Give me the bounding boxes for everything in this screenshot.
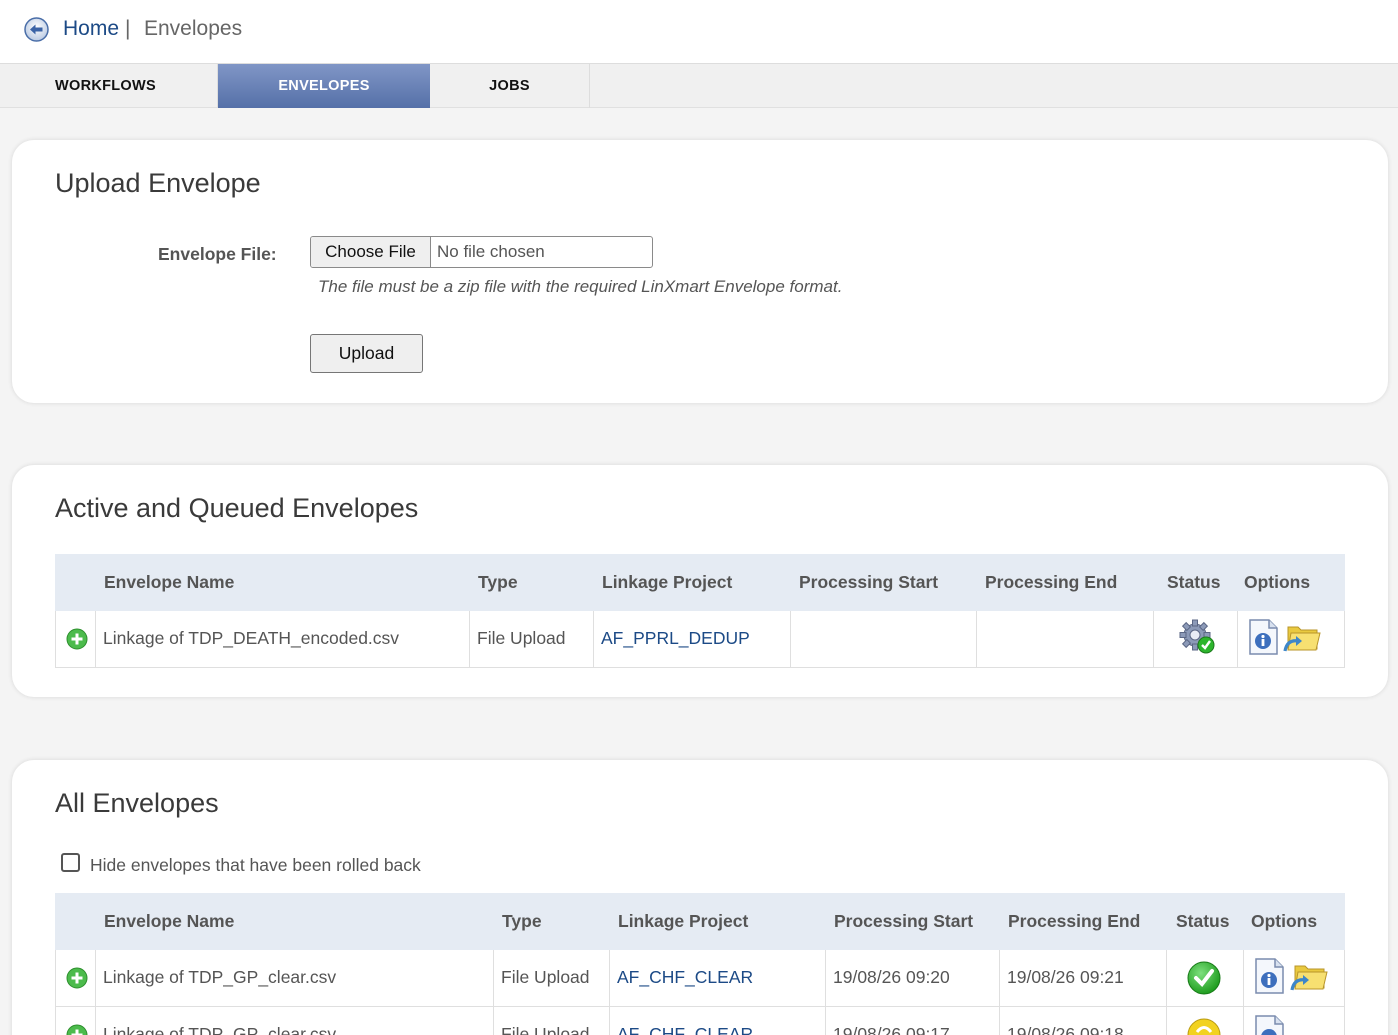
main-tabs: WORKFLOWS ENVELOPES JOBS bbox=[0, 64, 1398, 108]
upload-envelope-panel: Upload Envelope Envelope File: Choose Fi… bbox=[12, 140, 1388, 403]
col-linkage-project[interactable]: Linkage Project bbox=[618, 893, 748, 950]
processing-end-cell: 19/08/26 09:21 bbox=[1007, 967, 1124, 987]
tab-workflows[interactable]: WORKFLOWS bbox=[0, 64, 218, 108]
col-envelope-name[interactable]: Envelope Name bbox=[104, 554, 234, 611]
top-bar: Home | Envelopes bbox=[0, 0, 1398, 64]
expand-plus-icon[interactable] bbox=[66, 628, 88, 650]
rolled-back-icon bbox=[1187, 1018, 1221, 1035]
info-document-icon[interactable] bbox=[1253, 958, 1285, 994]
envelope-name-cell: Linkage of TDP_GP_clear.csv bbox=[103, 967, 337, 987]
col-status[interactable]: Status bbox=[1176, 893, 1229, 950]
linkage-project-link[interactable]: AF_CHF_CLEAR bbox=[617, 1007, 753, 1035]
col-processing-end[interactable]: Processing End bbox=[1008, 893, 1140, 950]
envelope-file-input[interactable]: Choose File No file chosen bbox=[310, 236, 653, 268]
table-row: Linkage of TDP_GP_clear.csv File Upload … bbox=[55, 1007, 1345, 1035]
file-format-hint: The file must be a zip file with the req… bbox=[318, 277, 843, 296]
processing-gear-icon bbox=[1179, 619, 1215, 654]
col-options: Options bbox=[1251, 911, 1318, 931]
table-header: Envelope Name Type Linkage Project Proce… bbox=[55, 554, 1345, 611]
type-cell: File Upload bbox=[477, 628, 566, 648]
hide-rolled-back-label[interactable]: Hide envelopes that have been rolled bac… bbox=[90, 855, 421, 876]
hide-rolled-back-checkbox[interactable] bbox=[61, 853, 80, 872]
choose-file-button[interactable]: Choose File bbox=[311, 237, 431, 267]
upload-button[interactable]: Upload bbox=[310, 334, 423, 373]
processing-end-cell: 19/08/26 09:18 bbox=[1007, 1024, 1124, 1035]
table-row: Linkage of TDP_GP_clear.csv File Upload … bbox=[55, 950, 1345, 1007]
expand-plus-icon[interactable] bbox=[66, 1024, 88, 1035]
col-processing-start[interactable]: Processing Start bbox=[799, 554, 938, 611]
linkage-project-link[interactable]: AF_CHF_CLEAR bbox=[617, 950, 753, 1005]
upload-panel-title: Upload Envelope bbox=[55, 168, 261, 198]
envelope-name-cell: Linkage of TDP_DEATH_encoded.csv bbox=[103, 628, 400, 648]
col-processing-start[interactable]: Processing Start bbox=[834, 893, 973, 950]
table-header: Envelope Name Type Linkage Project Proce… bbox=[55, 893, 1345, 950]
col-status[interactable]: Status bbox=[1167, 554, 1220, 611]
expand-plus-icon[interactable] bbox=[66, 967, 88, 989]
envelope-file-label: Envelope File: bbox=[158, 244, 277, 264]
col-processing-end[interactable]: Processing End bbox=[985, 554, 1117, 611]
type-cell: File Upload bbox=[501, 967, 590, 987]
col-linkage-project[interactable]: Linkage Project bbox=[602, 554, 732, 611]
success-check-icon bbox=[1187, 961, 1221, 995]
back-arrow-icon[interactable] bbox=[24, 17, 49, 42]
table-row: Linkage of TDP_DEATH_encoded.csv File Up… bbox=[55, 611, 1345, 668]
folder-link-icon[interactable] bbox=[1290, 958, 1328, 994]
active-panel-title: Active and Queued Envelopes bbox=[55, 493, 419, 523]
no-file-chosen-text: No file chosen bbox=[437, 242, 545, 261]
col-type[interactable]: Type bbox=[478, 554, 518, 611]
breadcrumb-separator: | bbox=[125, 17, 131, 40]
type-cell: File Upload bbox=[501, 1024, 590, 1035]
breadcrumb-current: Envelopes bbox=[144, 17, 243, 40]
processing-start-cell: 19/08/26 09:20 bbox=[833, 967, 950, 987]
folder-link-icon[interactable] bbox=[1283, 619, 1321, 655]
col-options: Options bbox=[1244, 572, 1311, 592]
tab-envelopes[interactable]: ENVELOPES bbox=[218, 64, 430, 108]
all-envelopes-panel: All Envelopes Hide envelopes that have b… bbox=[12, 760, 1388, 1035]
linkage-project-link[interactable]: AF_PPRL_DEDUP bbox=[601, 611, 750, 666]
all-panel-title: All Envelopes bbox=[55, 788, 219, 818]
breadcrumb-home-link[interactable]: Home bbox=[63, 16, 119, 42]
active-envelopes-panel: Active and Queued Envelopes Envelope Nam… bbox=[12, 465, 1388, 697]
col-envelope-name[interactable]: Envelope Name bbox=[104, 893, 234, 950]
tab-jobs[interactable]: JOBS bbox=[430, 64, 590, 108]
envelope-name-cell: Linkage of TDP_GP_clear.csv bbox=[103, 1024, 337, 1035]
col-type[interactable]: Type bbox=[502, 893, 542, 950]
processing-start-cell: 19/08/26 09:17 bbox=[833, 1024, 950, 1035]
info-document-icon[interactable] bbox=[1247, 619, 1279, 655]
info-document-icon[interactable] bbox=[1253, 1015, 1285, 1035]
